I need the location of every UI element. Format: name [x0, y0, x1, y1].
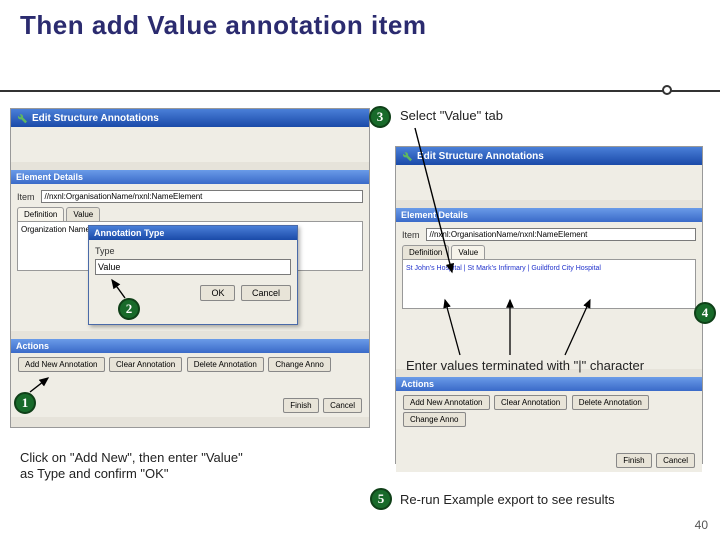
- window-title-text: Edit Structure Annotations: [32, 113, 159, 124]
- title-rule: [0, 88, 720, 92]
- tab-definition[interactable]: Definition: [17, 207, 64, 221]
- tab-value[interactable]: Value: [451, 245, 485, 259]
- item-label: Item: [402, 230, 420, 240]
- delete-annotation-button[interactable]: Delete Annotation: [572, 395, 649, 410]
- callout-4: 4: [694, 302, 716, 324]
- cancel-button[interactable]: Cancel: [656, 453, 695, 468]
- tab-definition[interactable]: Definition: [402, 245, 449, 259]
- cancel-button[interactable]: Cancel: [323, 398, 362, 413]
- change-annotation-button[interactable]: Change Anno: [268, 357, 331, 372]
- ok-button[interactable]: OK: [200, 285, 235, 301]
- type-input[interactable]: [95, 259, 291, 275]
- window-titlebar: Edit Structure Annotations: [396, 147, 702, 165]
- type-label: Type: [95, 246, 291, 256]
- callout-2: 2: [118, 298, 140, 320]
- callout-5: 5: [370, 488, 392, 510]
- callout-text-5: Re-run Example export to see results: [400, 492, 680, 508]
- tab-value[interactable]: Value: [66, 207, 100, 221]
- element-details-header: Element Details: [396, 208, 702, 222]
- actions-header: Actions: [396, 377, 702, 391]
- change-annotation-button[interactable]: Change Anno: [403, 412, 466, 427]
- element-details-header: Element Details: [11, 170, 369, 184]
- callout-1: 1: [14, 392, 36, 414]
- finish-button[interactable]: Finish: [283, 398, 318, 413]
- callout-text-3: Select "Value" tab: [400, 108, 503, 124]
- callout-text-1: Click on "Add New", then enter "Value" a…: [20, 450, 260, 483]
- dialog-titlebar: Annotation Type: [89, 226, 297, 240]
- clear-annotation-button[interactable]: Clear Annotation: [109, 357, 182, 372]
- slide-title: Then add Value annotation item: [20, 10, 700, 41]
- tab-content-value: St John's Hospital | St Mark's Infirmary…: [402, 259, 696, 309]
- clear-annotation-button[interactable]: Clear Annotation: [494, 395, 567, 410]
- add-new-annotation-button[interactable]: Add New Annotation: [18, 357, 105, 372]
- window-title-text: Edit Structure Annotations: [417, 151, 544, 162]
- item-label: Item: [17, 192, 35, 202]
- wrench-icon: [16, 112, 28, 124]
- screenshot-right: Edit Structure Annotations Element Detai…: [395, 146, 703, 464]
- values-text: St John's Hospital | St Mark's Infirmary…: [406, 265, 601, 272]
- delete-annotation-button[interactable]: Delete Annotation: [187, 357, 264, 372]
- callout-text-4: Enter values terminated with "|" charact…: [406, 358, 666, 374]
- page-number: 40: [695, 518, 708, 532]
- add-new-annotation-button[interactable]: Add New Annotation: [403, 395, 490, 410]
- callout-3: 3: [369, 106, 391, 128]
- finish-button[interactable]: Finish: [616, 453, 651, 468]
- item-path-field[interactable]: //nxnl:OrganisationName/nxnl:NameElement: [426, 228, 696, 241]
- window-titlebar: Edit Structure Annotations: [11, 109, 369, 127]
- actions-header: Actions: [11, 339, 369, 353]
- definition-text: Organization Name: [21, 225, 90, 234]
- dialog-cancel-button[interactable]: Cancel: [241, 285, 291, 301]
- wrench-icon: [401, 150, 413, 162]
- item-path-field[interactable]: //nxnl:OrganisationName/nxnl:NameElement: [41, 190, 363, 203]
